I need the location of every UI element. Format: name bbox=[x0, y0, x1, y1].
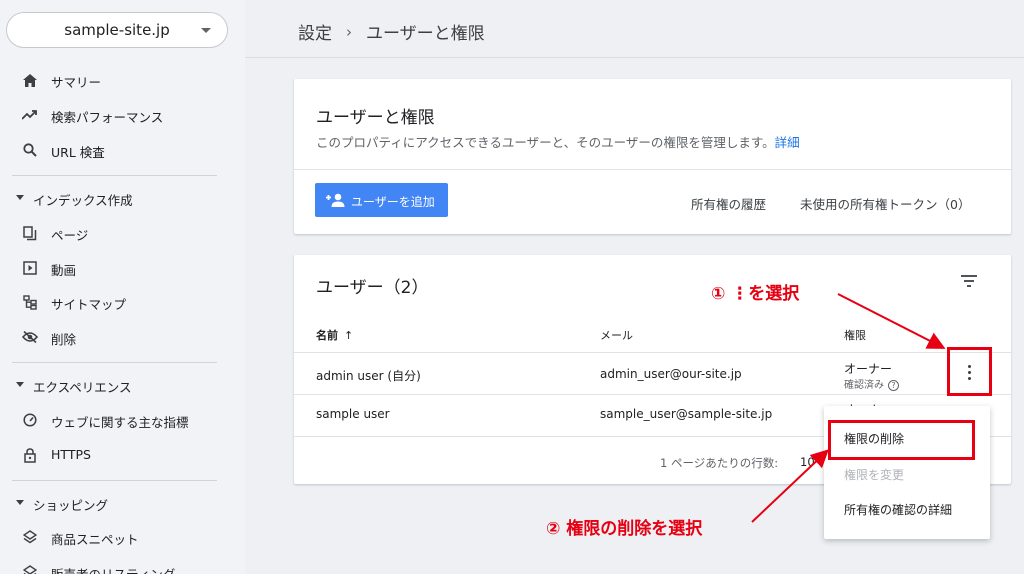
user-email: admin_user@our-site.jp bbox=[600, 367, 742, 381]
highlight-box-kebab bbox=[947, 347, 992, 396]
sidebar-divider bbox=[12, 362, 217, 363]
sitemap-icon bbox=[22, 294, 38, 310]
sidebar-item-video[interactable]: 動画 bbox=[0, 253, 245, 283]
layers-icon bbox=[22, 564, 38, 574]
column-header-email: メール bbox=[600, 329, 633, 342]
property-selector[interactable]: sample-site.jp bbox=[6, 12, 228, 48]
add-user-button[interactable]: ユーザーを追加 bbox=[315, 183, 448, 217]
sidebar-item-url-inspection[interactable]: URL 検査 bbox=[0, 135, 245, 165]
breadcrumb-parent[interactable]: 設定 bbox=[298, 19, 332, 44]
sidebar-section-experience[interactable]: エクスペリエンス bbox=[0, 370, 245, 400]
details-link[interactable]: 詳細 bbox=[775, 135, 800, 150]
sort-arrow-up-icon: ↑ bbox=[344, 329, 354, 342]
layers-icon bbox=[22, 529, 38, 545]
highlight-box-remove bbox=[828, 420, 975, 460]
user-name: sample user bbox=[316, 407, 390, 421]
home-icon bbox=[22, 72, 38, 88]
property-name: sample-site.jp bbox=[64, 21, 170, 39]
sidebar-item-core-web-vitals[interactable]: ウェブに関する主な指標 bbox=[0, 405, 245, 435]
sidebar-item-sitemap[interactable]: サイトマップ bbox=[0, 287, 245, 317]
sidebar-item-removals[interactable]: 削除 bbox=[0, 322, 245, 352]
ownership-history-link[interactable]: 所有権の履歴 bbox=[691, 194, 766, 213]
header-divider bbox=[245, 57, 1024, 58]
column-header-permission: 権限 bbox=[844, 329, 866, 342]
sidebar-section-shopping[interactable]: ショッピング bbox=[0, 488, 245, 518]
search-icon bbox=[22, 142, 38, 158]
sidebar-item-performance[interactable]: 検索パフォーマンス bbox=[0, 100, 245, 130]
user-name: admin user (自分) bbox=[316, 369, 421, 383]
chevron-right-icon: › bbox=[346, 22, 352, 41]
help-icon[interactable]: ? bbox=[888, 379, 899, 391]
card-title: ユーザーと権限 bbox=[316, 108, 435, 128]
person-add-icon bbox=[326, 193, 345, 207]
breadcrumb-current: ユーザーと権限 bbox=[366, 24, 485, 44]
sidebar: sample-site.jp サマリー 検索パフォーマンス URL 検査 インデ… bbox=[0, 0, 245, 574]
user-email: sample_user@sample-site.jp bbox=[600, 407, 773, 421]
rows-per-page-label: 1 ページあたりの行数: bbox=[660, 456, 779, 470]
column-header-name[interactable]: 名前 ↑ bbox=[316, 327, 353, 343]
annotation-step2: ② 権限の削除を選択 bbox=[546, 519, 703, 539]
eye-off-icon bbox=[22, 329, 38, 345]
sidebar-item-merchant-listings[interactable]: 販売者のリスティング bbox=[0, 557, 245, 574]
collapse-triangle-icon bbox=[16, 195, 24, 200]
unused-tokens-link[interactable]: 未使用の所有権トークン（0） bbox=[800, 194, 970, 213]
breadcrumb: 設定 › ユーザーと権限 bbox=[298, 19, 485, 45]
collapse-triangle-icon bbox=[16, 500, 24, 505]
sidebar-item-summary[interactable]: サマリー bbox=[0, 65, 245, 95]
menu-item-change-permission: 権限を変更 bbox=[844, 468, 905, 482]
menu-item-ownership-details[interactable]: 所有権の確認の詳細 bbox=[844, 501, 952, 518]
rows-per-page-select[interactable]: 10 bbox=[800, 455, 815, 469]
sidebar-item-pages[interactable]: ページ bbox=[0, 218, 245, 248]
row-divider bbox=[294, 352, 1011, 353]
sidebar-divider bbox=[12, 480, 217, 481]
pages-icon bbox=[22, 225, 38, 241]
collapse-triangle-icon bbox=[16, 382, 24, 387]
sidebar-item-https[interactable]: HTTPS bbox=[0, 440, 245, 470]
row-divider bbox=[294, 394, 1011, 395]
verification-status: 確認済み? bbox=[844, 376, 899, 391]
card-description: このプロパティにアクセスできるユーザーと、そのユーザーの権限を管理します。詳細 bbox=[316, 135, 800, 150]
video-icon bbox=[22, 260, 38, 276]
annotation-step1: ① ⋮を選択 bbox=[711, 284, 800, 304]
trending-up-icon bbox=[22, 107, 38, 123]
sidebar-item-product-snippets[interactable]: 商品スニペット bbox=[0, 522, 245, 552]
user-permission: オーナー bbox=[844, 362, 893, 376]
speed-icon bbox=[22, 412, 38, 428]
users-table-title: ユーザー（2） bbox=[316, 278, 429, 298]
sidebar-divider bbox=[12, 175, 217, 176]
card-divider bbox=[294, 169, 1011, 170]
lock-icon bbox=[22, 447, 38, 463]
users-permissions-card: ユーザーと権限 このプロパティにアクセスできるユーザーと、そのユーザーの権限を管… bbox=[294, 79, 1011, 234]
dropdown-caret-icon bbox=[201, 28, 211, 33]
filter-icon[interactable] bbox=[959, 273, 979, 289]
sidebar-section-indexing[interactable]: インデックス作成 bbox=[0, 183, 245, 213]
